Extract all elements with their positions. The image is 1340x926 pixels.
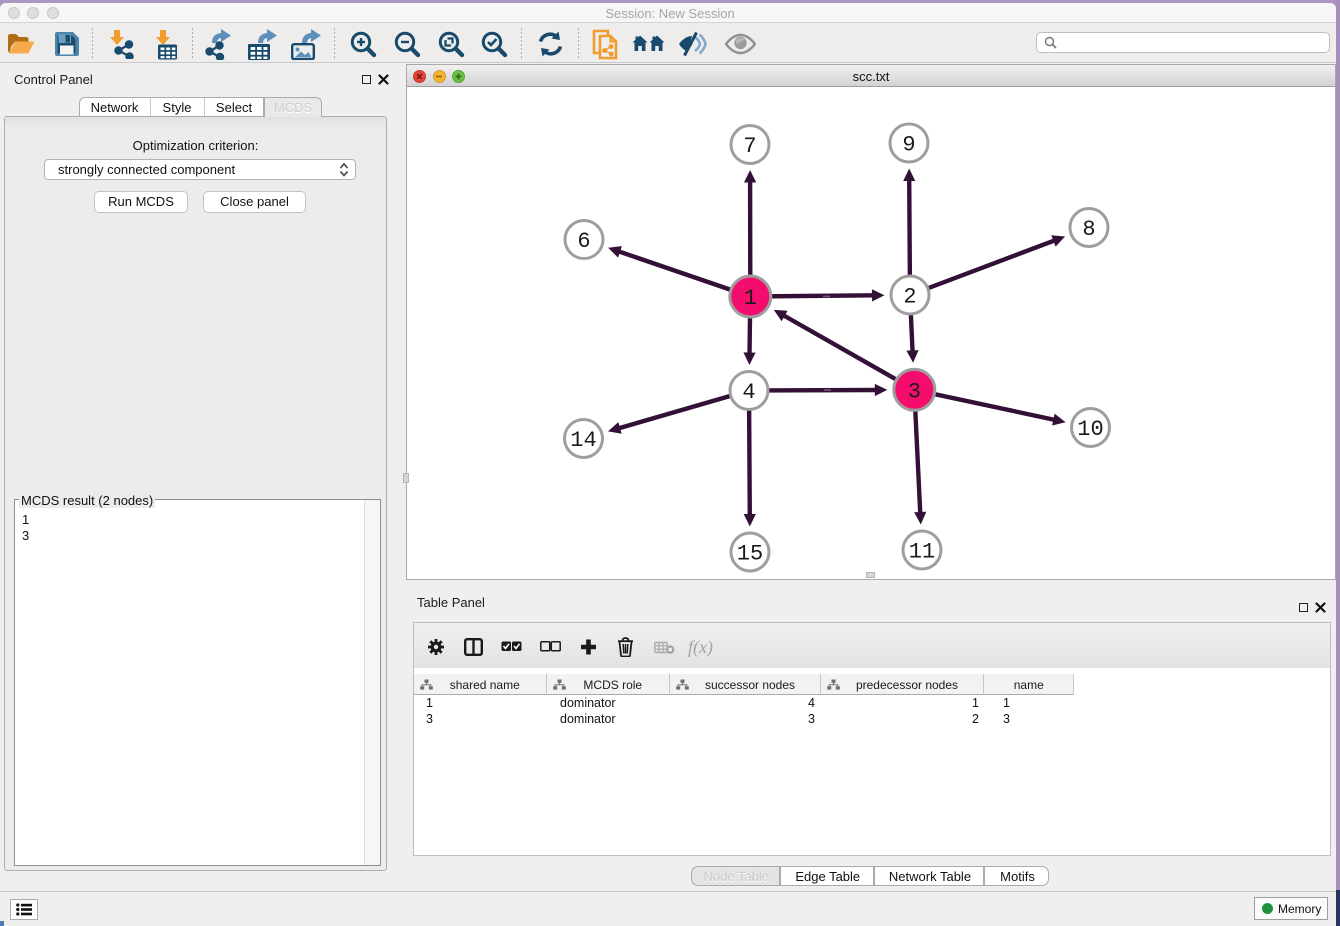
svg-text:10: 10: [1077, 417, 1103, 442]
svg-text:6: 6: [577, 229, 590, 254]
svg-text:8: 8: [1082, 217, 1095, 242]
svg-text:4: 4: [742, 380, 755, 405]
svg-text:14: 14: [570, 428, 596, 453]
svg-text:3: 3: [908, 379, 921, 404]
svg-text:11: 11: [909, 540, 935, 565]
svg-text:1: 1: [744, 286, 757, 311]
svg-text:15: 15: [737, 542, 763, 567]
svg-text:7: 7: [743, 134, 756, 159]
svg-text:9: 9: [902, 133, 915, 158]
svg-text:2: 2: [903, 285, 916, 310]
